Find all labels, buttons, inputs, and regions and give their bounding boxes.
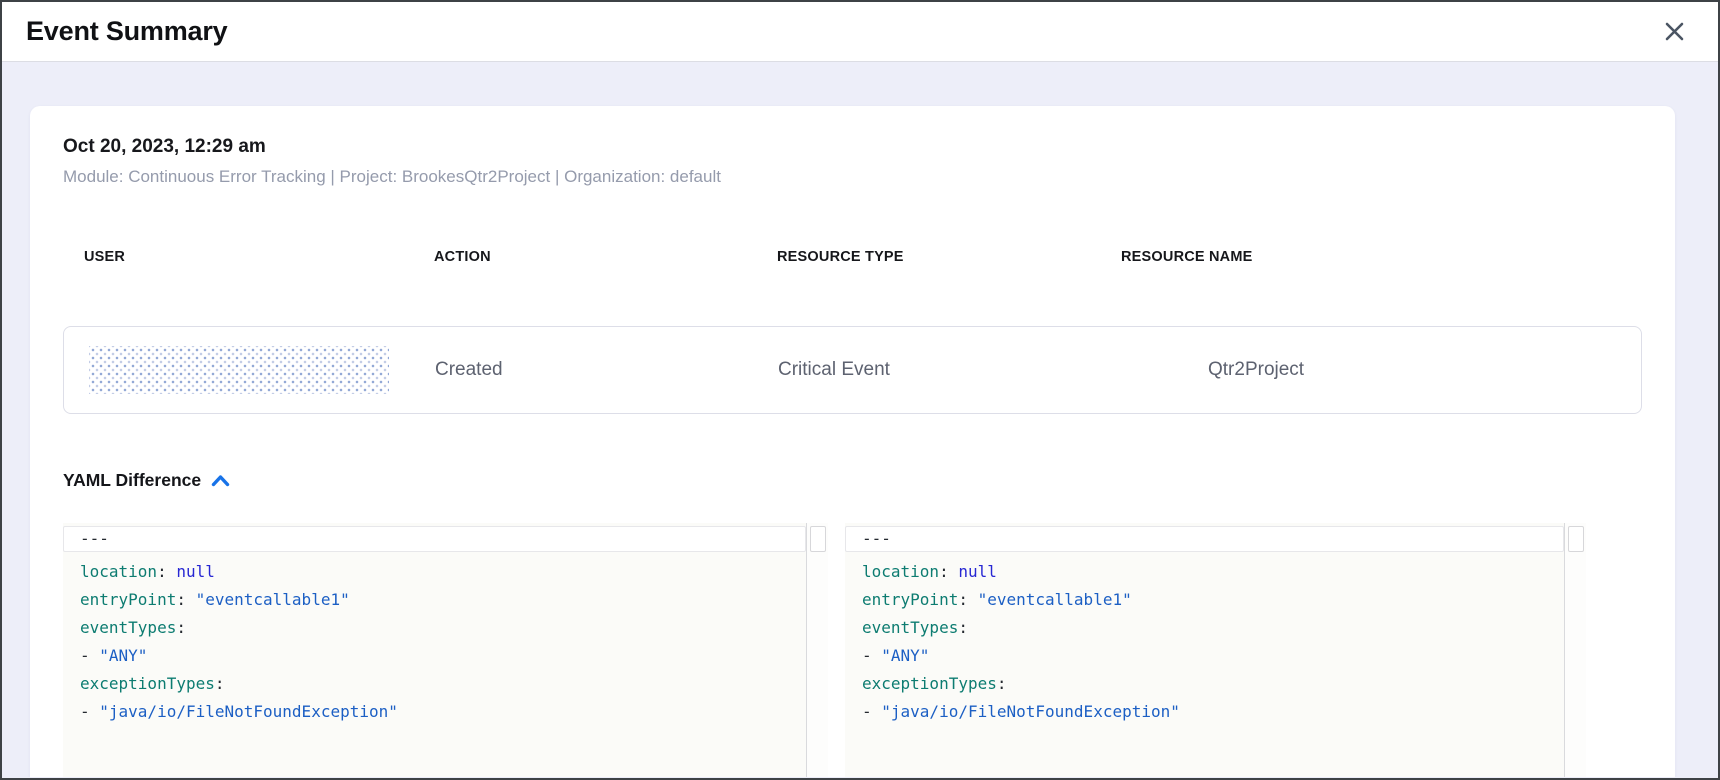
code-token-plain: --- [862,529,891,548]
code-token-dash: - [80,702,99,721]
code-line: location: null [845,558,1564,586]
code-line: location: null [63,558,806,586]
event-card: Oct 20, 2023, 12:29 am Module: Continuou… [30,106,1675,777]
code-token-str: "ANY" [99,646,147,665]
code-token-p: : [176,590,195,609]
right-panel-scrollbar-track[interactable] [1564,523,1586,777]
code-token-str: "ANY" [881,646,929,665]
code-line: exceptionTypes: [845,670,1564,698]
code-line: - "java/io/FileNotFoundException" [845,698,1564,726]
code-token-str: "eventcallable1" [978,590,1132,609]
column-header-action: ACTION [434,249,777,265]
chevron-up-icon [211,474,230,487]
code-token-dash: - [862,646,881,665]
code-token-dash: - [80,646,99,665]
code-token-str: "java/io/FileNotFoundException" [881,702,1180,721]
right-panel-scrollbar-thumb[interactable] [1568,526,1584,552]
resource-type-cell: Critical Event [778,359,1122,381]
column-header-resource-name: RESOURCE NAME [1121,249,1642,265]
code-line: - "ANY" [845,642,1564,670]
close-button[interactable] [1656,14,1692,50]
resource-name-cell: Qtr2Project [1122,359,1641,381]
yaml-code-left: ---location: nullentryPoint: "eventcalla… [63,523,806,777]
modal-body: Oct 20, 2023, 12:29 am Module: Continuou… [2,62,1718,777]
close-icon [1663,20,1686,43]
left-panel-scrollbar-thumb[interactable] [810,526,826,552]
code-line: - "ANY" [63,642,806,670]
modal-header: Event Summary [2,2,1718,62]
code-token-str: "java/io/FileNotFoundException" [99,702,398,721]
user-redacted-block [89,346,389,394]
yaml-code-right: ---location: nullentryPoint: "eventcalla… [845,523,1564,777]
table-header: USER ACTION RESOURCE TYPE RESOURCE NAME [63,249,1642,265]
page-title: Event Summary [26,16,227,47]
yaml-difference-toggle[interactable]: YAML Difference [63,470,230,491]
code-line: eventTypes: [63,614,806,642]
code-token-dash: - [862,702,881,721]
user-cell [85,346,435,394]
event-summary-modal: Event Summary Oct 20, 2023, 12:29 am Mod… [0,0,1720,780]
code-token-null: null [958,562,997,581]
code-token-key: entryPoint [80,590,176,609]
code-token-key: eventTypes [862,618,958,637]
code-token-p: : [215,674,225,693]
code-token-str: "eventcallable1" [196,590,350,609]
code-token-key: location [80,562,157,581]
code-token-key: location [862,562,939,581]
code-line: --- [845,526,1564,552]
yaml-diff-container: ---location: nullentryPoint: "eventcalla… [63,523,1642,777]
event-meta: Module: Continuous Error Tracking | Proj… [63,167,1642,187]
code-line: - "java/io/FileNotFoundException" [63,698,806,726]
code-token-key: exceptionTypes [862,674,997,693]
code-line: entryPoint: "eventcallable1" [63,586,806,614]
yaml-diff-right-panel: ---location: nullentryPoint: "eventcalla… [845,523,1586,777]
code-token-p: : [176,618,186,637]
column-header-resource-type: RESOURCE TYPE [777,249,1121,265]
code-token-p: : [157,562,176,581]
code-token-p: : [997,674,1007,693]
code-line: --- [63,526,806,552]
column-header-user: USER [84,249,434,265]
code-token-p: : [939,562,958,581]
left-panel-scrollbar-track[interactable] [806,523,828,777]
code-token-p: : [958,590,977,609]
yaml-diff-left-panel: ---location: nullentryPoint: "eventcalla… [63,523,828,777]
table-row: Created Critical Event Qtr2Project [63,326,1642,414]
code-line: exceptionTypes: [63,670,806,698]
code-token-key: eventTypes [80,618,176,637]
code-line: eventTypes: [845,614,1564,642]
code-line: entryPoint: "eventcallable1" [845,586,1564,614]
code-token-key: entryPoint [862,590,958,609]
yaml-difference-label: YAML Difference [63,470,201,491]
event-timestamp: Oct 20, 2023, 12:29 am [63,136,1642,158]
code-token-p: : [958,618,968,637]
code-token-plain: --- [80,529,109,548]
code-token-null: null [176,562,215,581]
action-cell: Created [435,359,778,381]
code-token-key: exceptionTypes [80,674,215,693]
